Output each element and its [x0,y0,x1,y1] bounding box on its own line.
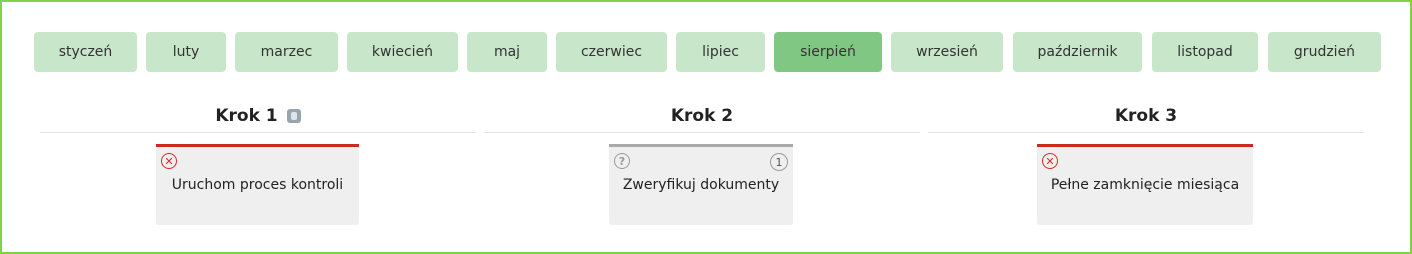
month-tab-sep[interactable]: wrzesień [891,32,1003,72]
step-column-2: Krok 2 ? 1 Zweryfikuj dokumenty [484,102,920,252]
month-tab-apr[interactable]: kwiecień [347,32,458,72]
task-label: Uruchom proces kontroli [171,177,344,193]
step-column-1: Krok 1 ✕ Uruchom proces kontroli [40,102,476,252]
step-title: Krok 3 [1114,106,1178,126]
month-tab-oct[interactable]: październik [1013,32,1142,72]
step-title: Krok 1 [215,106,278,126]
step-divider [484,132,920,133]
step-column-3: Krok 3 ✕ Pełne zamknięcie miesiąca [928,102,1364,252]
month-tab-jul[interactable]: lipiec [676,32,765,72]
task-label: Pełne zamknięcie miesiąca [1050,177,1240,193]
month-tab-may[interactable]: maj [467,32,547,72]
month-tab-mar[interactable]: marzec [235,32,338,72]
month-tab-jun[interactable]: czerwiec [556,32,667,72]
step-title: Krok 2 [670,106,734,126]
task-label: Zweryfikuj dokumenty [622,177,780,193]
task-card-1[interactable]: ✕ Uruchom proces kontroli [156,144,359,225]
month-tab-aug[interactable]: sierpień [774,32,882,72]
close-circle-icon: ✕ [1042,153,1058,169]
info-icon[interactable] [286,109,301,123]
close-circle-icon: ✕ [161,153,177,169]
step-header-2: Krok 2 [484,102,920,130]
month-selector: styczeń luty marzec kwiecień maj czerwie… [32,32,1382,72]
month-close-panel: styczeń luty marzec kwiecień maj czerwie… [0,0,1412,254]
step-header-3: Krok 3 [928,102,1364,130]
count-badge: 1 [770,153,788,171]
task-card-3[interactable]: ✕ Pełne zamknięcie miesiąca [1037,144,1253,225]
step-divider [40,132,476,133]
month-tab-jan[interactable]: styczeń [34,32,137,72]
month-tab-nov[interactable]: listopad [1152,32,1258,72]
step-header-1: Krok 1 [40,102,476,130]
step-divider [928,132,1364,133]
task-card-2[interactable]: ? 1 Zweryfikuj dokumenty [609,144,793,225]
month-tab-feb[interactable]: luty [146,32,226,72]
question-circle-icon: ? [614,153,630,169]
month-tab-dec[interactable]: grudzień [1268,32,1381,72]
